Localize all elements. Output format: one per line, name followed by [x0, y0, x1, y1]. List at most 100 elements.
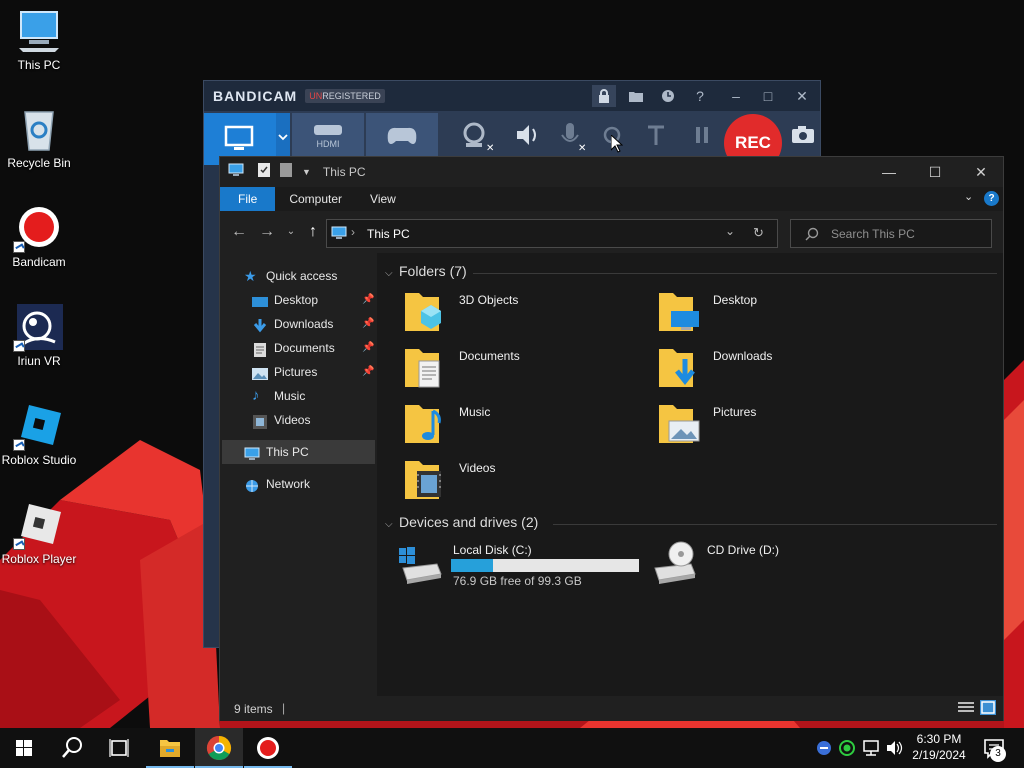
network-icon	[244, 477, 260, 492]
search-button[interactable]	[48, 728, 96, 768]
tab-file[interactable]: File	[220, 187, 276, 211]
drive-item-cd-drive-d[interactable]: CD Drive (D:)	[653, 540, 853, 590]
window-title: This PC	[322, 165, 366, 179]
taskbar-chrome[interactable]	[195, 728, 243, 768]
windows-drive-icon	[399, 547, 442, 584]
task-view-button[interactable]	[96, 728, 144, 768]
file-explorer-icon	[160, 740, 180, 757]
navigation-pane: ★ Quick access Desktop 📌 Downloads 📌 Doc…	[220, 253, 377, 696]
address-text[interactable]: This PC	[367, 227, 410, 241]
minimize-tray-icon[interactable]: □	[756, 85, 780, 107]
system-clock[interactable]: 6:30 PM 2/19/2024	[906, 731, 972, 763]
3d-objects-folder-icon	[405, 293, 441, 331]
lock-icon[interactable]	[592, 85, 616, 107]
refresh-icon[interactable]: ↻	[753, 225, 764, 241]
minimize-button[interactable]: —	[866, 157, 912, 187]
large-icons-view-icon[interactable]	[980, 700, 996, 715]
task-view-icon	[109, 739, 129, 757]
new-folder-icon[interactable]	[280, 162, 292, 182]
computer-icon	[331, 226, 347, 245]
folder-icon[interactable]	[624, 85, 648, 107]
chevron-down-icon[interactable]: ⌵	[385, 519, 399, 530]
address-row: ← → ⌄ ↑ › This PC ⌄ ↻ Search This PC	[220, 211, 1003, 253]
folder-item-desktop[interactable]: Desktop	[659, 289, 889, 341]
tray-bandicam-icon[interactable]	[812, 728, 836, 768]
tab-computer[interactable]: Computer	[275, 187, 356, 211]
start-button[interactable]	[0, 728, 48, 768]
disk-usage-bar	[451, 559, 639, 572]
star-icon: ★	[244, 268, 257, 284]
bandicam-icon	[257, 737, 279, 759]
status-separator: |	[282, 701, 286, 715]
chevron-down-icon[interactable]: ⌵	[385, 268, 399, 279]
search-input[interactable]: Search This PC	[790, 219, 992, 248]
folder-item-pictures[interactable]: Pictures	[659, 401, 889, 453]
pin-icon[interactable]: 📌	[362, 366, 374, 377]
desktop-icon-label: Iriun VR	[17, 354, 61, 368]
help-icon[interactable]: ?	[984, 191, 999, 206]
properties-icon[interactable]	[258, 162, 270, 182]
windows-logo-icon	[16, 740, 32, 756]
close-button[interactable]: ✕	[958, 157, 1004, 187]
desktop-icon-bandicam[interactable]: Bandicam	[1, 205, 77, 269]
download-arrow-icon	[252, 317, 268, 333]
taskbar-file-explorer[interactable]	[146, 728, 194, 768]
folder-item-music[interactable]: Music	[405, 401, 635, 453]
downloads-folder-icon	[659, 349, 695, 387]
pin-icon[interactable]: 📌	[362, 318, 374, 329]
documents-icon	[252, 341, 268, 357]
details-view-icon[interactable]	[958, 701, 974, 718]
address-bar[interactable]: › This PC ⌄ ↻	[326, 219, 778, 248]
pin-icon[interactable]: 📌	[362, 294, 374, 305]
folders-group-header[interactable]: ⌵ Folders (7)	[385, 263, 467, 279]
maximize-button[interactable]: ☐	[912, 157, 958, 187]
folder-item-documents[interactable]: Documents	[405, 345, 635, 397]
bandicam-titlebar[interactable]: BANDICAM UNREGISTERED ? – □ ✕	[204, 81, 820, 111]
drives-group-header[interactable]: ⌵ Devices and drives (2)	[385, 514, 538, 530]
minimize-icon[interactable]: –	[724, 85, 748, 107]
desktop-icon-roblox-studio[interactable]: Roblox Studio	[1, 403, 77, 467]
tray-record-icon[interactable]	[836, 728, 858, 768]
taskbar-bandicam[interactable]	[244, 728, 292, 768]
up-button[interactable]: ↑	[302, 221, 324, 243]
file-explorer-window[interactable]: ▼ This PC — ☐ ✕ File Computer View ⌄ ? ←…	[219, 156, 1004, 721]
recent-locations-button[interactable]: ⌄	[280, 221, 302, 243]
pin-icon[interactable]: 📌	[362, 342, 374, 353]
videos-folder-icon	[405, 461, 441, 499]
folder-item-3d-objects[interactable]: 3D Objects	[405, 289, 635, 341]
svg-text:✕: ✕	[578, 143, 586, 154]
expand-ribbon-icon[interactable]: ⌄	[964, 190, 973, 203]
back-button[interactable]: ←	[228, 221, 250, 243]
desktop-icon-label: This PC	[17, 58, 61, 72]
tab-view[interactable]: View	[356, 187, 410, 211]
bandicam-logo: BANDICAM	[213, 88, 298, 104]
desktop-icon	[252, 293, 268, 307]
disk-usage-fill	[451, 559, 494, 572]
pictures-folder-icon	[659, 405, 700, 443]
volume-icon[interactable]	[883, 728, 905, 768]
notification-center-button[interactable]: 3	[980, 728, 1010, 768]
music-folder-icon	[405, 405, 441, 443]
network-icon[interactable]	[859, 728, 883, 768]
chevron-down-icon[interactable]: ▼	[302, 167, 311, 177]
search-icon	[805, 227, 819, 246]
search-icon	[62, 737, 82, 758]
quick-access-toolbar[interactable]: ▼	[258, 162, 311, 182]
folder-item-downloads[interactable]: Downloads	[659, 345, 889, 397]
address-dropdown-icon[interactable]: ⌄	[725, 224, 735, 238]
folder-item-videos[interactable]: Videos	[405, 457, 635, 509]
clock-icon[interactable]	[656, 85, 680, 107]
item-count: 9 items	[234, 702, 273, 716]
shortcut-arrow-icon	[13, 538, 25, 550]
drive-item-local-disk-c[interactable]: Local Disk (C:) 76.9 GB free of 99.3 GB	[399, 540, 649, 590]
forward-button[interactable]: →	[256, 221, 278, 243]
explorer-titlebar[interactable]: ▼ This PC — ☐ ✕	[220, 157, 1003, 187]
desktop-icon-iriun-vr[interactable]: Iriun VR	[1, 304, 77, 368]
desktop-icon-this-pc[interactable]: This PC	[1, 8, 77, 72]
desktop-icon-recycle-bin[interactable]: Recycle Bin	[1, 106, 77, 170]
desktop-icon-roblox-player[interactable]: Roblox Player	[1, 502, 77, 566]
help-icon[interactable]: ?	[688, 85, 712, 107]
close-icon[interactable]: ✕	[790, 85, 814, 107]
breadcrumb-separator-icon[interactable]: ›	[351, 225, 355, 239]
bandicam-icon	[13, 205, 63, 253]
